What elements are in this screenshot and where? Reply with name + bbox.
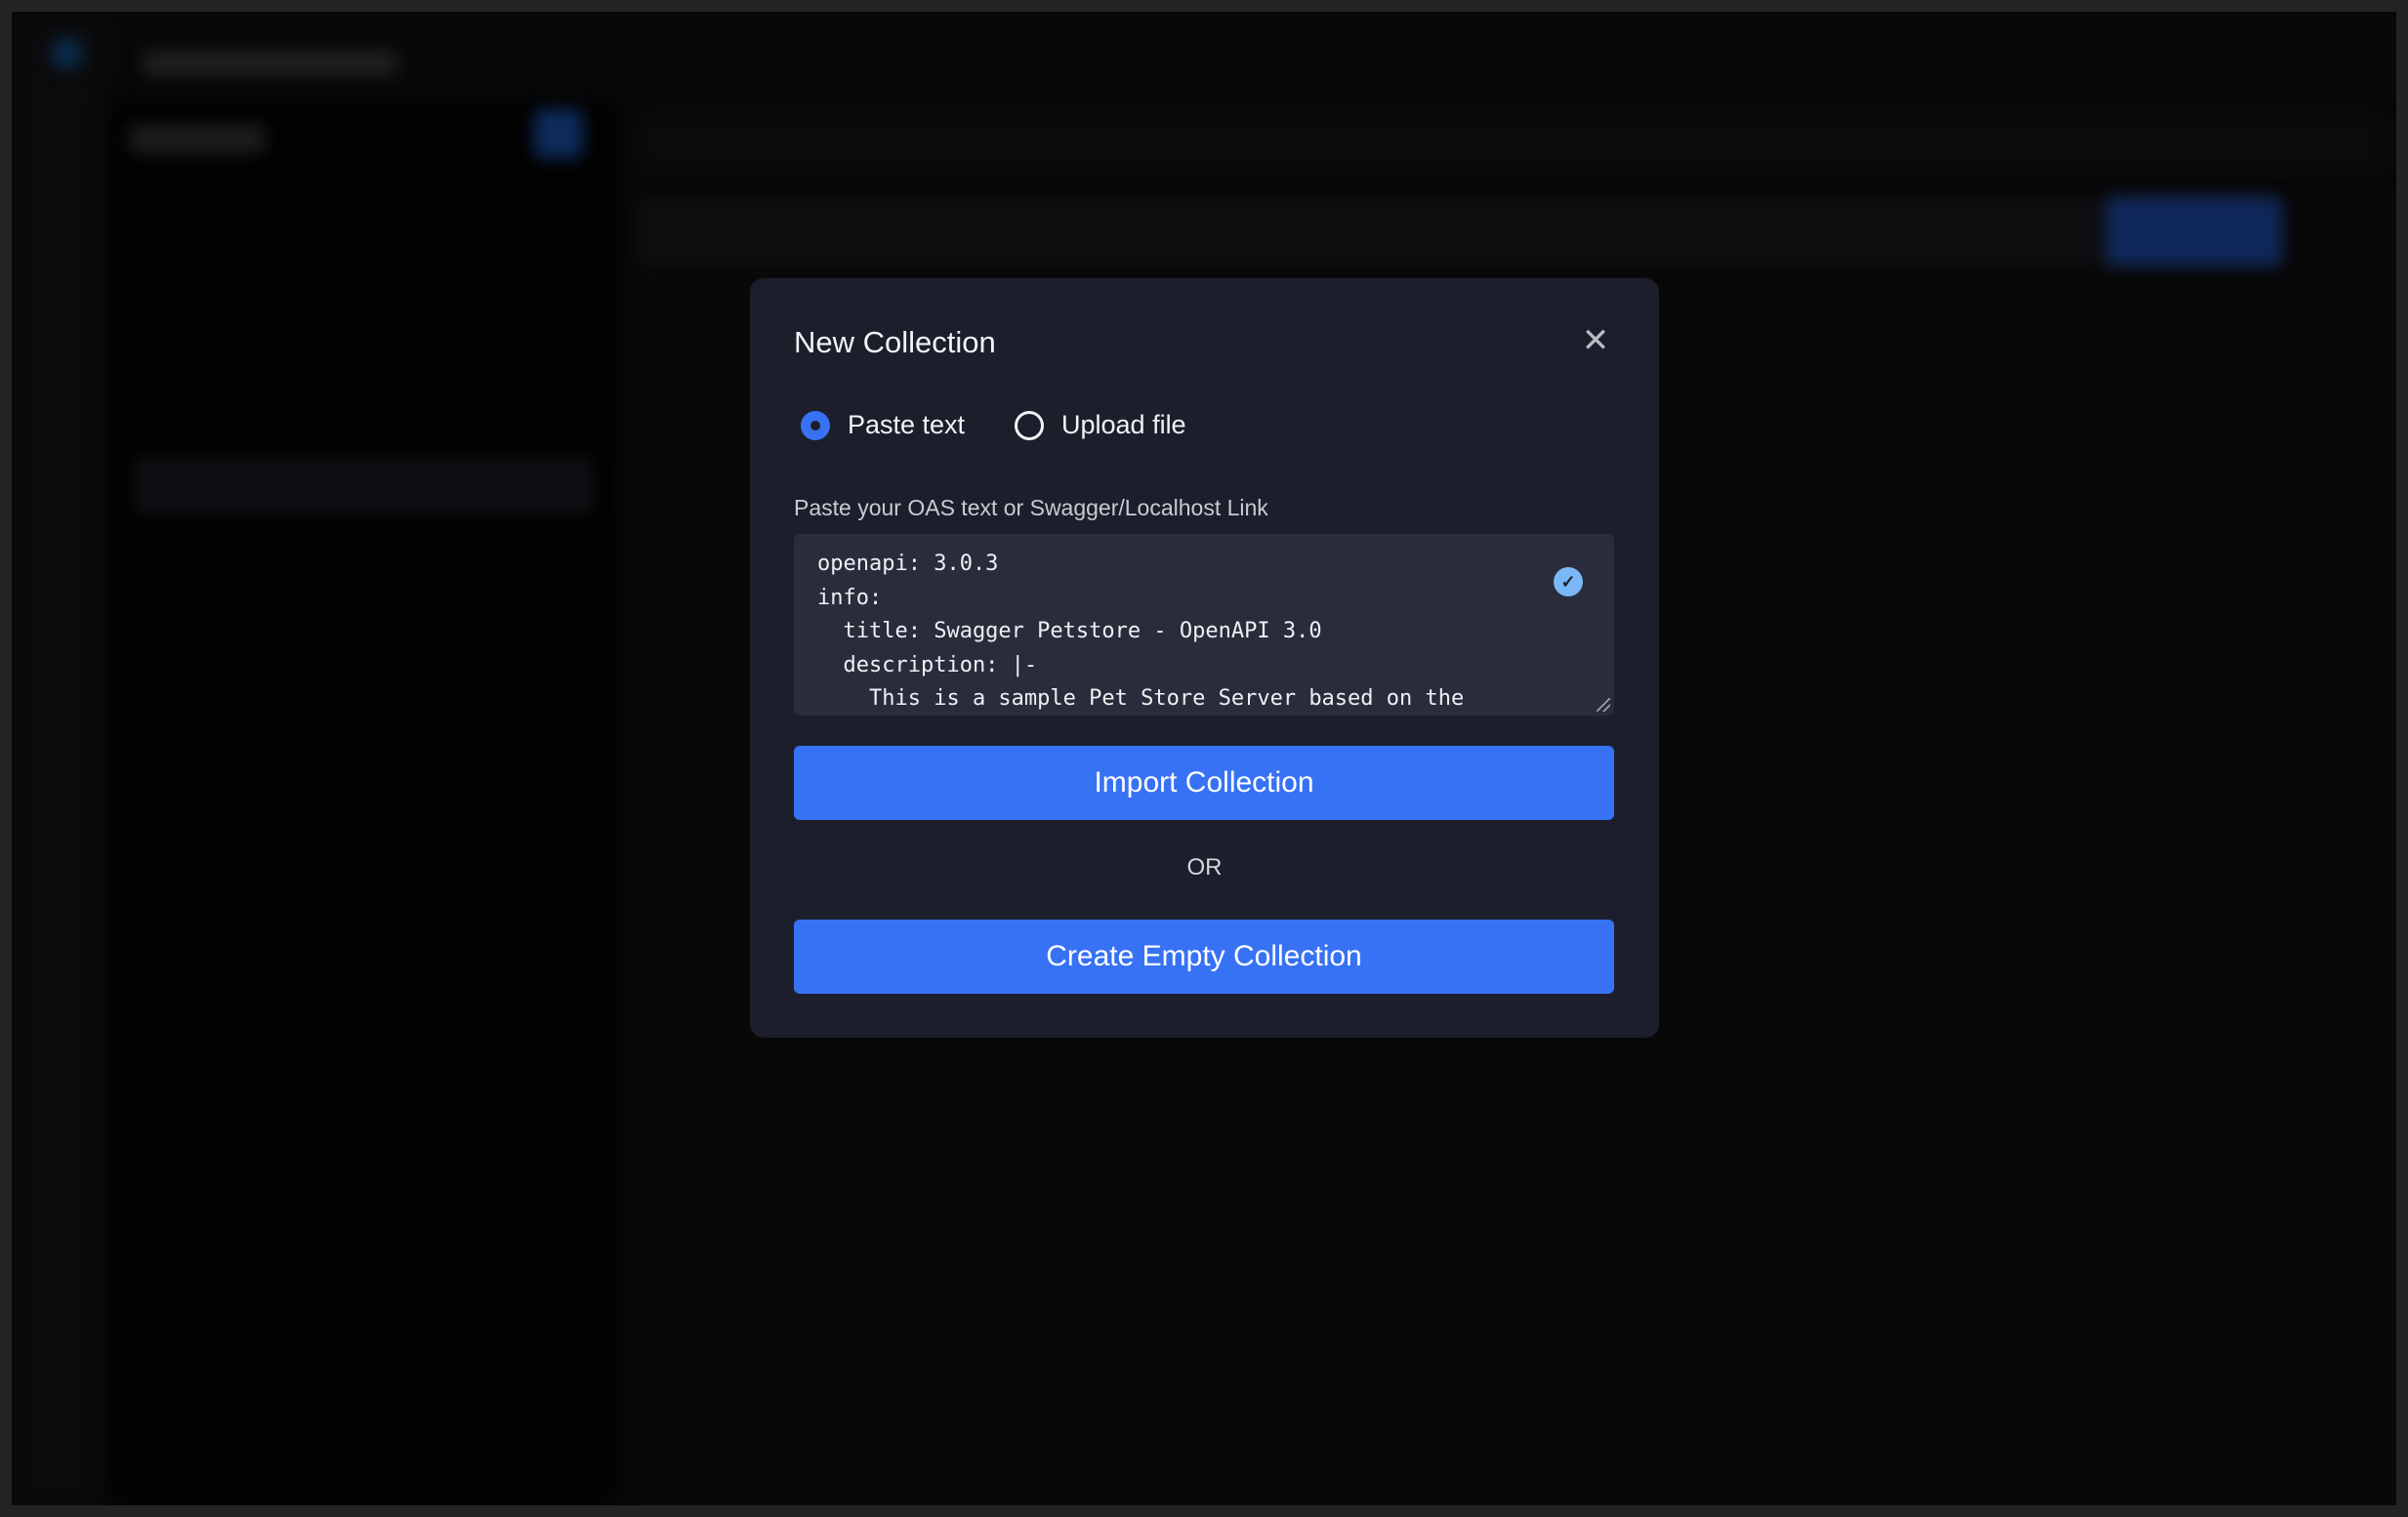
new-collection-modal: New Collection ✕ Paste text Upload file … xyxy=(750,278,1659,1038)
check-circle-icon: ✓ xyxy=(1554,567,1583,596)
textarea-content[interactable]: openapi: 3.0.3 info: title: Swagger Pets… xyxy=(794,534,1614,716)
radio-selected-icon xyxy=(801,410,830,440)
input-label: Paste your OAS text or Swagger/Localhost… xyxy=(794,495,1268,520)
radio-paste-text[interactable]: Paste text xyxy=(801,410,965,440)
radio-label: Upload file xyxy=(1061,410,1186,439)
radio-unselected-icon xyxy=(1015,410,1044,440)
radio-upload-file[interactable]: Upload file xyxy=(1015,410,1186,440)
or-divider: OR xyxy=(1186,854,1223,881)
radio-label: Paste text xyxy=(848,410,966,439)
modal-title: New Collection xyxy=(794,325,996,359)
oas-textarea[interactable]: openapi: 3.0.3 info: title: Swagger Pets… xyxy=(794,534,1614,716)
close-icon[interactable]: ✕ xyxy=(1576,321,1615,360)
import-collection-button[interactable]: Import Collection xyxy=(794,746,1614,820)
resize-handle[interactable] xyxy=(1597,698,1610,712)
create-empty-collection-button[interactable]: Create Empty Collection xyxy=(794,920,1614,994)
